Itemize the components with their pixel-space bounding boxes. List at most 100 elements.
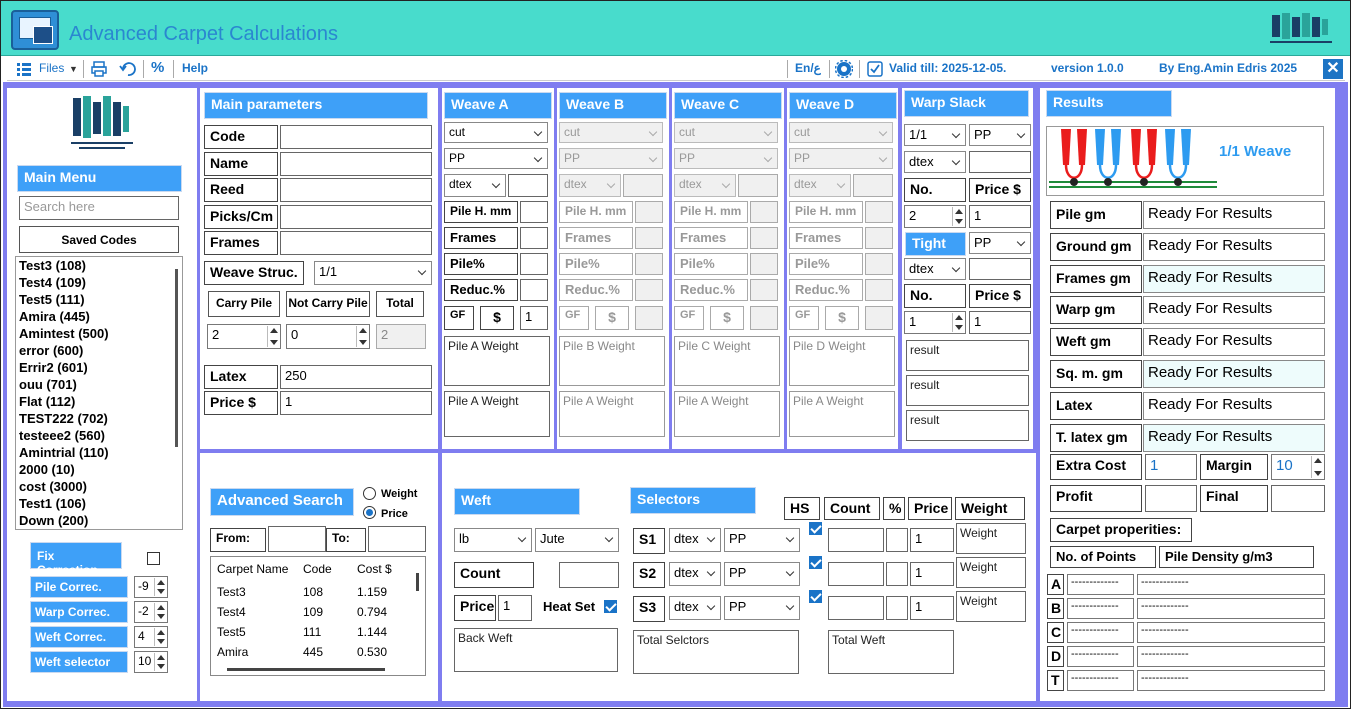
- menu-list-icon[interactable]: [17, 62, 31, 76]
- weave-type-select[interactable]: cut: [444, 122, 548, 143]
- weave-material-select[interactable]: PP: [789, 148, 893, 169]
- gf-button[interactable]: GF: [444, 306, 474, 330]
- selector-count-input[interactable]: [828, 528, 884, 552]
- weave-pile-pct-input[interactable]: [865, 253, 893, 275]
- gf-value-input[interactable]: [865, 306, 893, 330]
- gf-button[interactable]: GF: [674, 306, 704, 330]
- hs-checkbox[interactable]: [809, 556, 822, 569]
- table-cell[interactable]: 111: [303, 625, 321, 639]
- list-item[interactable]: Flat (112): [19, 394, 75, 409]
- carry-pile-button[interactable]: Carry Pile: [208, 291, 280, 317]
- list-item[interactable]: Amira (445): [19, 309, 90, 324]
- scrollbar[interactable]: [227, 668, 385, 671]
- table-cell[interactable]: Test3: [217, 585, 246, 599]
- list-item[interactable]: Amintrial (110): [19, 445, 109, 460]
- selector-material-select[interactable]: PP: [724, 528, 800, 552]
- weave-pile-h-input[interactable]: [520, 201, 548, 223]
- list-item[interactable]: cost (3000): [19, 479, 87, 494]
- selector-price-input[interactable]: 1: [910, 528, 954, 552]
- slack-count-input[interactable]: [969, 151, 1031, 173]
- help-menu[interactable]: Help: [182, 61, 208, 75]
- price-radio[interactable]: [363, 506, 376, 519]
- selector-price-input[interactable]: 1: [910, 596, 954, 620]
- print-icon[interactable]: [91, 61, 107, 77]
- gf-value-input[interactable]: [635, 306, 663, 330]
- chevron-down-icon[interactable]: ▼: [69, 64, 78, 74]
- list-item[interactable]: Amintest (500): [19, 326, 109, 341]
- saved-codes-button[interactable]: Saved Codes: [19, 226, 179, 253]
- selector-material-select[interactable]: PP: [724, 562, 800, 586]
- selector-percent-input[interactable]: [886, 528, 908, 552]
- table-cell[interactable]: 445: [303, 645, 323, 659]
- fix-correction-button[interactable]: Fix Correction: [30, 542, 122, 577]
- dollar-button[interactable]: $: [480, 306, 514, 330]
- weave-struc-select[interactable]: 1/1: [314, 261, 432, 285]
- not-carry-pile-button[interactable]: Not Carry Pile: [286, 291, 370, 317]
- table-cell[interactable]: 1.144: [357, 625, 387, 639]
- param-input[interactable]: [280, 151, 432, 176]
- files-menu[interactable]: Files: [39, 61, 64, 75]
- tight-count-input[interactable]: [969, 258, 1031, 280]
- price-input[interactable]: 1: [280, 391, 432, 415]
- correction-stepper[interactable]: 10: [134, 651, 168, 673]
- weave-type-select[interactable]: cut: [789, 122, 893, 143]
- list-item[interactable]: error (600): [19, 343, 83, 358]
- list-item[interactable]: Test3 (108): [19, 258, 86, 273]
- gf-button[interactable]: GF: [789, 306, 819, 330]
- weft-unit-select[interactable]: lb: [454, 528, 532, 552]
- table-cell[interactable]: 0.794: [357, 605, 387, 619]
- weave-pile-h-input[interactable]: [865, 201, 893, 223]
- list-item[interactable]: Test1 (106): [19, 496, 86, 511]
- table-cell[interactable]: Amira: [217, 645, 248, 659]
- dollar-button[interactable]: $: [595, 306, 629, 330]
- search-results-table[interactable]: Carpet Name Code Cost $ Test3 108 1.159 Test4 1…: [210, 556, 426, 676]
- selector-unit-select[interactable]: dtex: [669, 596, 721, 620]
- gf-value-input[interactable]: [750, 306, 778, 330]
- list-item[interactable]: Test4 (109): [19, 275, 86, 290]
- weave-pile-h-input[interactable]: [750, 201, 778, 223]
- search-input[interactable]: Search here: [19, 196, 179, 220]
- param-input[interactable]: [280, 204, 432, 229]
- fix-correction-checkbox[interactable]: [147, 552, 160, 565]
- weave-frames-input[interactable]: [520, 227, 548, 249]
- table-cell[interactable]: 108: [303, 585, 323, 599]
- table-cell[interactable]: 0.530: [357, 645, 387, 659]
- weft-price-input[interactable]: 1: [498, 595, 532, 621]
- slack-ratio-select[interactable]: 1/1: [904, 124, 966, 146]
- weave-pile-h-input[interactable]: [635, 201, 663, 223]
- tight-unit-select[interactable]: dtex: [904, 258, 966, 280]
- gear-icon[interactable]: [835, 60, 853, 78]
- param-input[interactable]: [280, 125, 432, 149]
- stepper-arrows-icon[interactable]: [154, 628, 166, 646]
- heat-set-checkbox[interactable]: [604, 600, 617, 613]
- selector-material-select[interactable]: PP: [724, 596, 800, 620]
- dollar-button[interactable]: $: [710, 306, 744, 330]
- table-cell[interactable]: Test4: [217, 605, 246, 619]
- weave-frames-input[interactable]: [635, 227, 663, 249]
- correction-stepper[interactable]: -2: [134, 601, 168, 623]
- close-button[interactable]: ✕: [1323, 59, 1343, 79]
- table-cell[interactable]: Test5: [217, 625, 246, 639]
- weight-radio[interactable]: [363, 487, 376, 500]
- weft-count-input[interactable]: [559, 562, 619, 588]
- list-item[interactable]: TEST222 (702): [19, 411, 108, 426]
- tight-no-stepper[interactable]: 1: [904, 311, 966, 334]
- selector-unit-select[interactable]: dtex: [669, 562, 721, 586]
- tight-material-select[interactable]: PP: [969, 232, 1031, 254]
- weave-unit-select[interactable]: dtex: [674, 174, 736, 197]
- stepper-arrows-icon[interactable]: [154, 603, 166, 621]
- not-carry-pile-stepper[interactable]: 0: [286, 324, 370, 349]
- dollar-button[interactable]: $: [825, 306, 859, 330]
- list-item[interactable]: testeee2 (560): [19, 428, 105, 443]
- param-input[interactable]: [280, 231, 432, 255]
- correction-stepper[interactable]: 4: [134, 626, 168, 648]
- tight-price-input[interactable]: 1: [969, 311, 1031, 334]
- to-input[interactable]: [368, 526, 426, 552]
- list-item[interactable]: Errir2 (601): [19, 360, 88, 375]
- list-item[interactable]: Down (200): [19, 513, 88, 528]
- weave-frames-input[interactable]: [750, 227, 778, 249]
- correction-stepper[interactable]: -9: [134, 576, 168, 598]
- selector-percent-input[interactable]: [886, 596, 908, 620]
- language-toggle[interactable]: En/ع: [795, 61, 821, 75]
- weave-count-input[interactable]: [623, 174, 663, 197]
